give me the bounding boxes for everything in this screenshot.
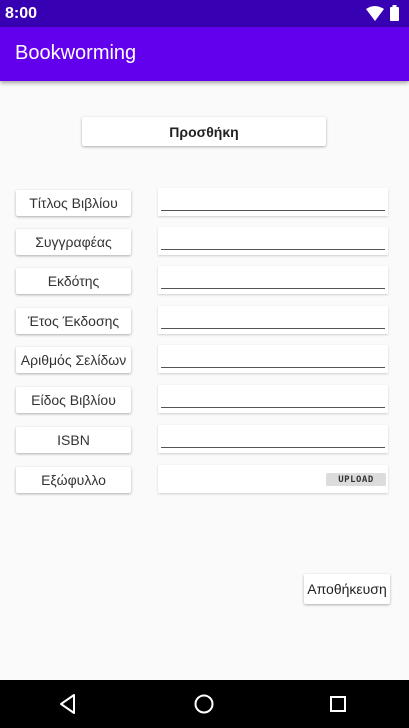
upload-button[interactable]: UPLOAD — [326, 473, 386, 486]
back-icon[interactable] — [56, 692, 80, 716]
author-field[interactable] — [158, 227, 388, 255]
author-label-button[interactable]: Συγγραφέας — [16, 229, 131, 255]
pages-label-button[interactable]: Αριθμός Σελίδων — [16, 347, 131, 373]
isbn-field[interactable] — [158, 425, 388, 453]
pages-input[interactable] — [161, 347, 385, 368]
genre-input[interactable] — [161, 387, 385, 408]
navigation-bar — [0, 680, 409, 728]
home-icon[interactable] — [192, 692, 216, 716]
status-icons — [366, 5, 399, 21]
publisher-label-button[interactable]: Εκδότης — [16, 268, 131, 294]
title-label-button[interactable]: Τίτλος Βιβλίου — [16, 190, 131, 216]
year-label-button[interactable]: Έτος Έκδοσης — [16, 308, 131, 334]
status-time: 8:00 — [5, 5, 38, 22]
publisher-input[interactable] — [161, 268, 385, 289]
pages-field[interactable] — [158, 345, 388, 373]
app-title: Bookworming — [15, 42, 137, 64]
battery-icon — [390, 5, 399, 21]
isbn-input[interactable] — [161, 427, 385, 448]
cover-field: UPLOAD — [158, 465, 388, 493]
save-button[interactable]: Αποθήκευση — [304, 574, 390, 604]
cover-label-button[interactable]: Εξώφυλλο — [16, 467, 131, 493]
app-bar: Bookworming — [0, 27, 409, 81]
year-field[interactable] — [158, 306, 388, 334]
wifi-icon — [366, 5, 384, 21]
publisher-field[interactable] — [158, 266, 388, 294]
genre-label-button[interactable]: Είδος Βιβλίου — [16, 387, 131, 413]
status-bar: 8:00 — [0, 0, 409, 27]
add-button[interactable]: Προσθήκη — [82, 117, 326, 146]
genre-field[interactable] — [158, 385, 388, 413]
recents-icon[interactable] — [326, 692, 350, 716]
year-input[interactable] — [161, 308, 385, 329]
isbn-label-button[interactable]: ISBN — [16, 427, 131, 453]
title-field[interactable] — [158, 188, 388, 216]
title-input[interactable] — [161, 190, 385, 211]
author-input[interactable] — [161, 229, 385, 250]
